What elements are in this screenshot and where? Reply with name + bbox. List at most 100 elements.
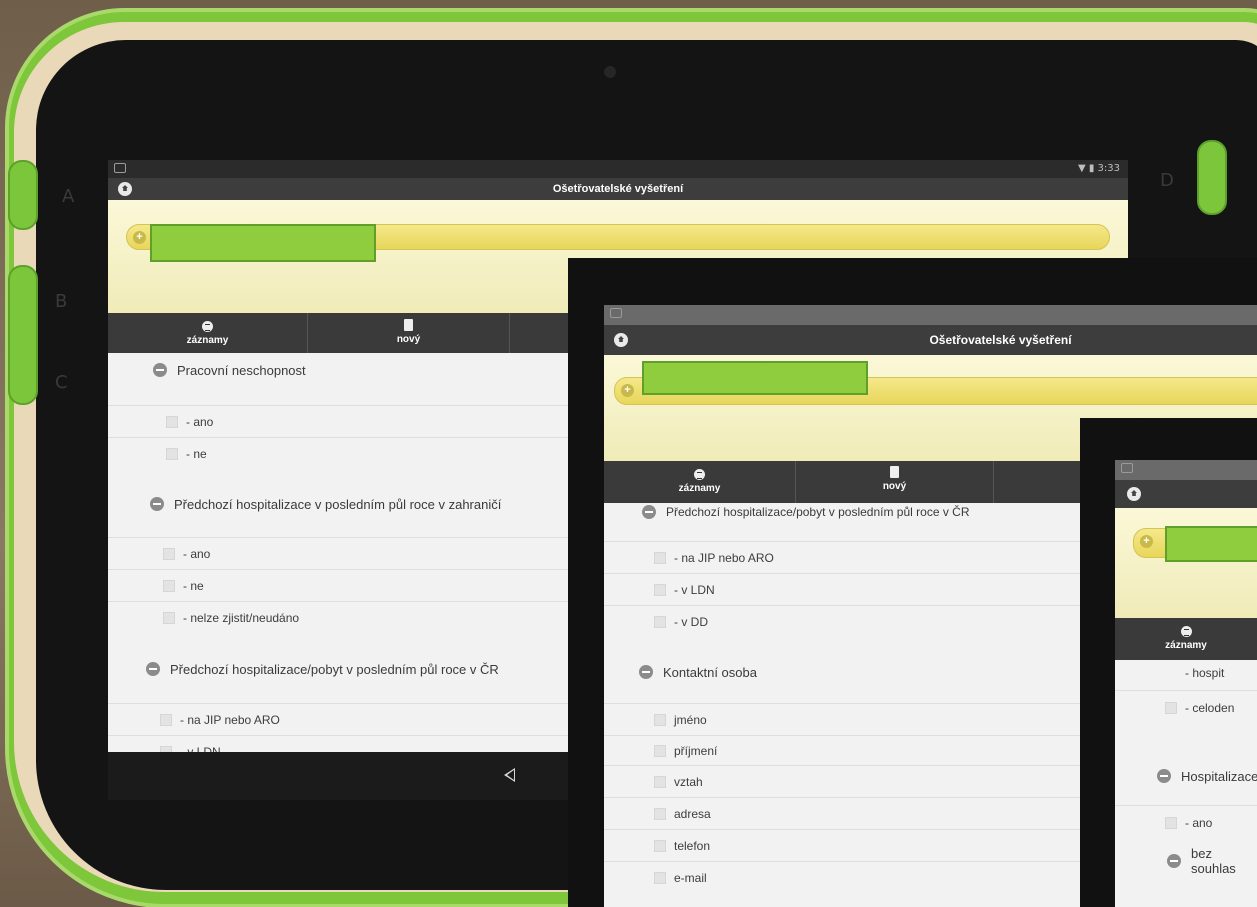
checkbox[interactable]	[654, 744, 666, 757]
new-label: nový	[882, 481, 907, 492]
section-title: Předchozí hospitalizace/pobyt v poslední…	[666, 505, 970, 519]
status-bar	[1115, 460, 1257, 480]
checkbox[interactable]	[654, 615, 666, 628]
document-icon	[890, 466, 899, 478]
title-bar: Ošetřovatelské vyšetření	[604, 325, 1257, 355]
home-button[interactable]	[118, 182, 132, 196]
option-label: - nelze zjistit/neudáno	[183, 610, 300, 625]
side-button-a[interactable]	[8, 160, 38, 230]
list-icon	[694, 469, 705, 480]
form-content: - hospit - celoden Hospitalizace - ano b…	[1115, 660, 1257, 907]
section-title: Hospitalizace	[1181, 768, 1257, 784]
checkbox[interactable]	[166, 447, 178, 460]
records-button[interactable]: záznamy	[108, 313, 308, 353]
records-button[interactable]: záznamy	[1115, 618, 1257, 660]
redacted-patient-name	[1165, 526, 1257, 562]
option-label: adresa	[674, 806, 711, 821]
checkbox[interactable]	[163, 579, 175, 592]
option-row[interactable]: - hospit	[1115, 660, 1257, 686]
bezel-letter-b: B	[55, 291, 68, 312]
bezel-letter-d: D	[1160, 170, 1174, 191]
list-icon	[202, 321, 213, 332]
records-label: záznamy	[678, 483, 721, 494]
new-record-button[interactable]: nový	[796, 461, 994, 503]
new-label: nový	[396, 334, 421, 345]
checkbox[interactable]	[163, 547, 175, 560]
records-button[interactable]: záznamy	[604, 461, 796, 503]
page-title: Ošetřovatelské vyšetření	[552, 183, 684, 195]
checkbox[interactable]	[654, 871, 666, 884]
status-time: 3:33	[1097, 163, 1120, 174]
collapse-icon[interactable]	[639, 665, 653, 679]
collapse-icon[interactable]	[150, 497, 164, 511]
option-label: - ne	[183, 578, 204, 593]
bezel-letter-c: C	[55, 372, 68, 393]
home-button[interactable]	[1127, 487, 1141, 501]
option-row[interactable]: - ano	[1115, 805, 1257, 839]
checkbox[interactable]	[654, 713, 666, 726]
checkbox[interactable]	[160, 713, 172, 726]
add-icon[interactable]: +	[133, 231, 146, 244]
section-title: Pracovní neschopnost	[177, 362, 306, 378]
add-icon[interactable]: +	[1140, 535, 1153, 548]
new-record-button[interactable]: nový	[308, 313, 510, 353]
checkbox[interactable]	[1165, 701, 1177, 714]
option-row[interactable]: - celoden	[1115, 690, 1257, 724]
battery-icon: ▮	[1088, 163, 1095, 174]
screen-zoom-2: + záznamy - hospit - celoden Hospitaliza…	[1115, 460, 1257, 907]
collapse-icon[interactable]	[146, 662, 160, 676]
title-bar: Ošetřovatelské vyšetření	[108, 178, 1128, 200]
status-bar	[604, 305, 1257, 325]
section-title: Předchozí hospitalizace/pobyt v poslední…	[170, 661, 499, 677]
checkbox[interactable]	[654, 583, 666, 596]
checkbox[interactable]	[166, 415, 178, 428]
notification-app-icon	[610, 308, 622, 318]
title-bar	[1115, 480, 1257, 508]
section-title: Kontaktní osoba	[663, 664, 757, 680]
collapse-icon[interactable]	[1167, 854, 1181, 868]
option-label: e-mail	[674, 870, 707, 885]
checkbox[interactable]	[654, 839, 666, 852]
collapse-icon[interactable]	[1157, 769, 1171, 783]
patient-banner: +	[1115, 508, 1257, 618]
notification-app-icon	[114, 163, 126, 173]
option-label: příjmení	[674, 743, 718, 758]
option-label: jméno	[674, 712, 707, 727]
records-label: záznamy	[1165, 640, 1207, 651]
checkbox[interactable]	[1165, 816, 1177, 829]
checkbox[interactable]	[654, 807, 666, 820]
side-button-d[interactable]	[1197, 140, 1227, 215]
camera-lens	[604, 66, 616, 78]
section-header[interactable]: Hospitalizace	[1115, 765, 1257, 787]
section-header[interactable]: bez souhlas	[1115, 846, 1257, 876]
main-toolbar: záznamy	[1115, 618, 1257, 660]
option-label: - v LDN	[674, 582, 715, 597]
option-label: - hospit	[1185, 666, 1225, 680]
option-label: - ne	[186, 446, 207, 461]
side-button-b[interactable]	[8, 265, 38, 405]
add-icon[interactable]: +	[621, 384, 634, 397]
records-label: záznamy	[186, 335, 229, 346]
option-label: - ano	[186, 414, 214, 429]
option-label: - na JIP nebo ARO	[180, 712, 280, 727]
status-icons: ▼ ▮ 3:33	[1078, 163, 1120, 174]
checkbox[interactable]	[654, 551, 666, 564]
checkbox[interactable]	[163, 611, 175, 624]
notification-app-icon	[1121, 463, 1133, 473]
home-button[interactable]	[614, 333, 628, 347]
collapse-icon[interactable]	[642, 505, 656, 519]
option-label: - celoden	[1185, 700, 1235, 715]
option-label: telefon	[674, 838, 711, 853]
list-icon	[1180, 626, 1192, 637]
section-title: Předchozí hospitalizace v posledním půl …	[174, 496, 502, 512]
section-title: bez souhlas	[1191, 846, 1236, 876]
checkbox[interactable]	[654, 775, 666, 788]
collapse-icon[interactable]	[153, 363, 167, 377]
status-bar: ▼ ▮ 3:33	[108, 160, 1128, 178]
bezel-letter-a: A	[62, 186, 75, 207]
back-icon[interactable]	[504, 768, 515, 782]
document-icon	[404, 319, 413, 331]
redacted-patient-name	[150, 224, 376, 262]
option-label: - na JIP nebo ARO	[674, 550, 774, 565]
option-label: - v DD	[674, 614, 708, 629]
